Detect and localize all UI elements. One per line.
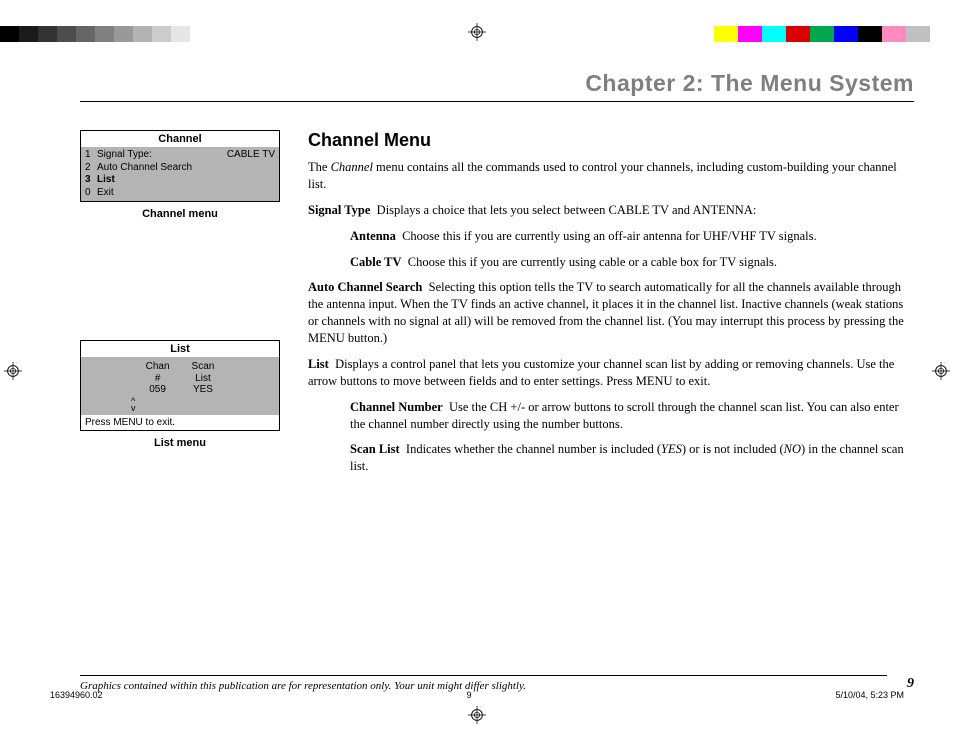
list-col-chan: Chan # 059 — [146, 361, 170, 396]
swatch — [858, 26, 882, 42]
list-chan-value: 059 — [146, 384, 170, 396]
menu-row-label: Exit — [97, 187, 275, 200]
arrow-up-icon: ^ — [131, 398, 273, 406]
list-menu-title: List — [81, 341, 279, 357]
list-arrows: ^ v — [87, 398, 273, 413]
menu-row-label: List — [97, 174, 275, 187]
text-italic-yes: YES — [661, 442, 682, 456]
list-menu-footer: Press MENU to exit. — [81, 415, 279, 430]
term-antenna: Antenna — [350, 229, 396, 243]
swatch — [0, 26, 19, 42]
swatch — [38, 26, 57, 42]
term-cable-tv: Cable TV — [350, 255, 402, 269]
page-content: Chapter 2: The Menu System Channel 1Sign… — [80, 70, 914, 692]
swatch — [76, 26, 95, 42]
text: Choose this if you are currently using c… — [408, 255, 777, 269]
registration-mark-icon — [468, 706, 486, 724]
list-menu-box: List Chan # 059 Scan List YES — [80, 340, 280, 431]
menu-row-num: 3 — [85, 174, 97, 187]
section-heading: Channel Menu — [308, 130, 914, 151]
list-chan-header1: Chan — [146, 361, 170, 373]
text: ) or is not included ( — [682, 442, 784, 456]
text: Choose this if you are currently using a… — [402, 229, 817, 243]
meta-page: 9 — [467, 690, 472, 700]
swatch — [786, 26, 810, 42]
registration-mark-icon — [4, 362, 22, 380]
text-italic-no: NO — [784, 442, 801, 456]
auto-search-paragraph: Auto Channel Search Selecting this optio… — [308, 279, 914, 347]
swatch — [906, 26, 930, 42]
signal-type-paragraph: Signal Type Displays a choice that lets … — [308, 202, 914, 219]
menu-row-num: 2 — [85, 162, 97, 175]
text: Indicates whether the channel number is … — [406, 442, 661, 456]
swatch — [133, 26, 152, 42]
channel-menu-title: Channel — [81, 131, 279, 147]
menu-row: 0Exit — [85, 187, 275, 200]
term-signal-type: Signal Type — [308, 203, 370, 217]
channel-number-paragraph: Channel Number Use the CH +/- or arrow b… — [350, 399, 914, 433]
menu-row: 2Auto Channel Search — [85, 162, 275, 175]
swatch — [190, 26, 209, 42]
list-chan-header2: # — [146, 373, 170, 385]
list-menu-body: Chan # 059 Scan List YES ^ v — [81, 357, 279, 415]
swatch — [152, 26, 171, 42]
text: The — [308, 160, 331, 174]
color-swatches — [714, 26, 954, 42]
doc-id: 16394960.02 — [50, 690, 103, 700]
registration-mark-icon — [932, 362, 950, 380]
intro-paragraph: The Channel menu contains all the comman… — [308, 159, 914, 193]
text: menu contains all the commands used to c… — [308, 160, 897, 191]
swatch — [19, 26, 38, 42]
grayscale-swatches — [0, 26, 209, 42]
cable-tv-paragraph: Cable TV Choose this if you are currentl… — [350, 254, 914, 271]
antenna-paragraph: Antenna Choose this if you are currently… — [350, 228, 914, 245]
channel-menu-box: Channel 1Signal Type:CABLE TV2Auto Chann… — [80, 130, 280, 202]
menu-row: 1Signal Type:CABLE TV — [85, 149, 275, 162]
swatch — [834, 26, 858, 42]
text: Displays a control panel that lets you c… — [308, 357, 894, 388]
swatch — [57, 26, 76, 42]
channel-menu-caption: Channel menu — [80, 208, 280, 220]
list-scan-header2: List — [192, 373, 215, 385]
menu-row-value: CABLE TV — [227, 149, 275, 162]
main-text: Channel Menu The Channel menu contains a… — [308, 130, 914, 484]
channel-menu-body: 1Signal Type:CABLE TV2Auto Channel Searc… — [81, 147, 279, 201]
list-menu-caption: List menu — [80, 437, 280, 449]
text: Displays a choice that lets you select b… — [377, 203, 757, 217]
page-number: 9 — [907, 676, 914, 692]
term-channel-number: Channel Number — [350, 400, 443, 414]
meta-timestamp: 5/10/04, 5:23 PM — [835, 690, 904, 700]
chapter-title: Chapter 2: The Menu System — [80, 70, 914, 102]
sidebar: Channel 1Signal Type:CABLE TV2Auto Chann… — [80, 130, 280, 484]
menu-row-num: 1 — [85, 149, 97, 162]
term-list: List — [308, 357, 329, 371]
scan-list-paragraph: Scan List Indicates whether the channel … — [350, 441, 914, 475]
swatch — [882, 26, 906, 42]
print-metadata: 16394960.02 9 5/10/04, 5:23 PM — [50, 690, 904, 700]
swatch — [95, 26, 114, 42]
term-auto-channel-search: Auto Channel Search — [308, 280, 422, 294]
registration-mark-icon — [468, 23, 486, 41]
text-italic: Channel — [331, 160, 373, 174]
menu-row-label: Auto Channel Search — [97, 162, 275, 175]
menu-row: 3List — [85, 174, 275, 187]
term-scan-list: Scan List — [350, 442, 400, 456]
swatch — [810, 26, 834, 42]
menu-row-num: 0 — [85, 187, 97, 200]
arrow-down-icon: v — [131, 405, 273, 413]
list-paragraph: List Displays a control panel that lets … — [308, 356, 914, 390]
list-col-scan: Scan List YES — [192, 361, 215, 396]
swatch — [930, 26, 954, 42]
swatch — [714, 26, 738, 42]
swatch — [762, 26, 786, 42]
swatch — [114, 26, 133, 42]
swatch — [171, 26, 190, 42]
list-scan-value: YES — [192, 384, 215, 396]
menu-row-label: Signal Type: — [97, 149, 227, 162]
list-scan-header1: Scan — [192, 361, 215, 373]
swatch — [738, 26, 762, 42]
